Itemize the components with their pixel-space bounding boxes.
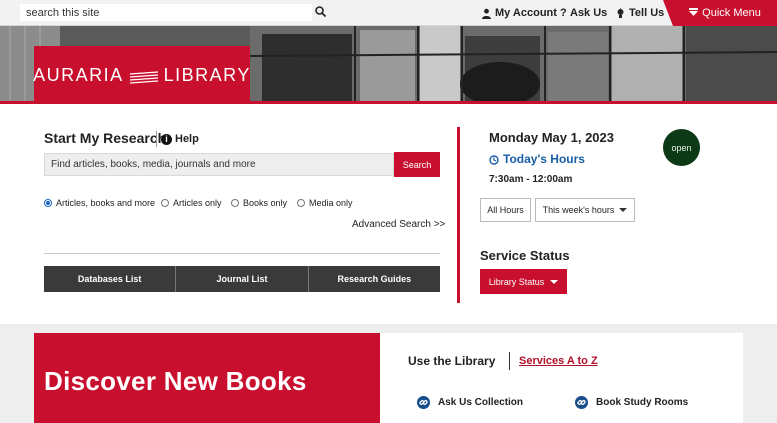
help-link[interactable]: i Help bbox=[156, 131, 199, 147]
radio-button[interactable] bbox=[161, 199, 169, 207]
research-divider bbox=[44, 253, 440, 254]
radio-label: Articles, books and more bbox=[56, 198, 156, 208]
research-links-bar: Databases List Journal List Research Gui… bbox=[44, 266, 440, 292]
tell-us-link[interactable]: Tell Us bbox=[615, 5, 664, 21]
lightbulb-icon bbox=[615, 7, 626, 19]
current-date: Monday May 1, 2023 bbox=[489, 130, 614, 145]
info-icon: i bbox=[161, 133, 172, 145]
library-status-dropdown[interactable]: Library Status bbox=[480, 269, 567, 294]
my-account-label: My Account bbox=[495, 7, 557, 19]
research-heading: Start My Research bbox=[44, 130, 167, 146]
radio-label: Articles only bbox=[173, 198, 222, 208]
radio-button-selected[interactable] bbox=[44, 199, 52, 207]
book-study-rooms-label: Book Study Rooms bbox=[596, 397, 689, 408]
clock-icon bbox=[489, 154, 499, 165]
advanced-search-link[interactable]: Advanced Search >> bbox=[352, 219, 445, 230]
ask-us-label: Ask Us bbox=[570, 7, 608, 19]
chevron-down-icon bbox=[619, 208, 628, 212]
ask-us-collection-label: Ask Us Collection bbox=[438, 397, 524, 408]
radio-label: Media only bbox=[309, 198, 353, 208]
this-weeks-hours-dropdown[interactable]: This week's hours bbox=[535, 198, 635, 222]
question-icon: ? bbox=[560, 6, 567, 19]
radio-button[interactable] bbox=[231, 199, 239, 207]
services-a-to-z-link[interactable]: Services A to Z bbox=[519, 355, 598, 367]
quick-menu-label: Quick Menu bbox=[702, 7, 761, 19]
site-search-input[interactable] bbox=[20, 4, 312, 21]
radio-articles-only[interactable]: Articles only bbox=[161, 198, 222, 208]
column-separator bbox=[457, 127, 460, 303]
menu-icon bbox=[689, 7, 699, 19]
radio-button[interactable] bbox=[297, 199, 305, 207]
search-icon[interactable] bbox=[314, 5, 328, 19]
research-search-button[interactable]: Search bbox=[394, 152, 440, 177]
service-status-heading: Service Status bbox=[480, 248, 570, 263]
all-hours-button[interactable]: All Hours bbox=[480, 198, 531, 222]
databases-list-button[interactable]: Databases List bbox=[44, 266, 177, 292]
research-search-input[interactable] bbox=[44, 153, 394, 176]
link-icon bbox=[417, 396, 430, 409]
discover-heading[interactable]: Discover New Books bbox=[44, 366, 307, 397]
library-status-label: Library Status bbox=[488, 276, 545, 287]
ask-us-link[interactable]: ? Ask Us bbox=[560, 5, 607, 21]
my-account-link[interactable]: My Account bbox=[481, 5, 557, 21]
radio-media-only[interactable]: Media only bbox=[297, 198, 353, 208]
open-status-badge: open bbox=[663, 129, 700, 166]
todays-hours-link[interactable]: Today's Hours bbox=[489, 152, 585, 166]
radio-label: Books only bbox=[243, 198, 288, 208]
logo-text-left: AURARIA bbox=[33, 64, 124, 85]
ask-us-collection-link[interactable]: Ask Us Collection bbox=[417, 396, 523, 409]
logo-text-right: LIBRARY bbox=[163, 64, 251, 85]
flag-icon bbox=[128, 68, 160, 84]
top-utility-bar: My Account ? Ask Us Tell Us Quick Menu bbox=[0, 0, 777, 26]
auraria-library-logo[interactable]: AURARIA LIBRARY bbox=[33, 46, 251, 104]
chevron-down-icon bbox=[550, 279, 559, 284]
all-hours-label: All Hours bbox=[487, 205, 524, 215]
book-study-rooms-link[interactable]: Book Study Rooms bbox=[575, 396, 688, 409]
help-label: Help bbox=[175, 133, 199, 145]
user-icon bbox=[481, 8, 492, 19]
journal-list-button[interactable]: Journal List bbox=[176, 266, 309, 292]
heading-separator bbox=[509, 352, 510, 370]
radio-books-only[interactable]: Books only bbox=[231, 198, 287, 208]
radio-articles-books-more[interactable]: Articles, books and more bbox=[44, 198, 155, 208]
tell-us-label: Tell Us bbox=[629, 7, 665, 19]
link-icon bbox=[575, 396, 588, 409]
todays-hours-value: 7:30am - 12:00am bbox=[489, 174, 573, 185]
use-library-heading: Use the Library bbox=[408, 354, 496, 368]
use-library-panel bbox=[380, 333, 743, 423]
quick-menu-button[interactable]: Quick Menu bbox=[663, 0, 777, 26]
research-guides-button[interactable]: Research Guides bbox=[309, 266, 440, 292]
this-weeks-hours-label: This week's hours bbox=[542, 205, 615, 215]
todays-hours-label: Today's Hours bbox=[503, 152, 585, 166]
